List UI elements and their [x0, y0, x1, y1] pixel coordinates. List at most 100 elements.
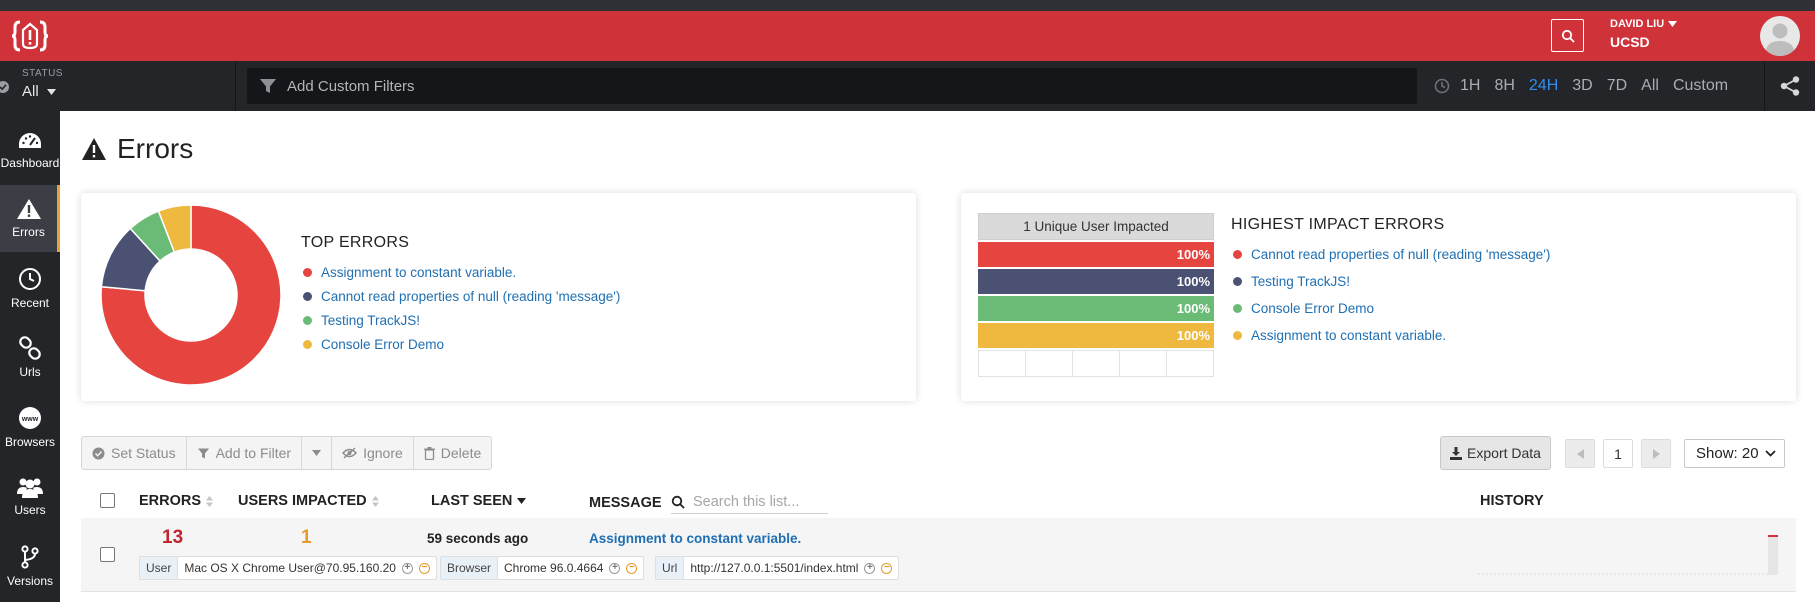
column-users-impacted[interactable]: USERS IMPACTED — [238, 493, 379, 509]
column-last-seen[interactable]: LAST SEEN — [431, 493, 527, 509]
range-all[interactable]: All — [1641, 77, 1659, 95]
impact-error-item[interactable]: Testing TrackJS! — [1233, 274, 1350, 289]
delete-label: Delete — [440, 445, 482, 461]
column-users-label: USERS IMPACTED — [238, 493, 367, 509]
pagination: 1 — [1565, 439, 1671, 468]
impact-table: 1 Unique User Impacted 100% 100% 100% 10… — [978, 213, 1214, 377]
avatar[interactable] — [1760, 16, 1800, 56]
sidebar-item-label: Urls — [19, 365, 41, 379]
caret-down-icon — [46, 88, 56, 95]
range-24h[interactable]: 24H — [1529, 77, 1558, 95]
user-menu[interactable]: DAVID LIU UCSD — [1610, 18, 1678, 50]
add-filter-icon[interactable]: + — [609, 562, 621, 574]
select-all-checkbox[interactable] — [100, 493, 115, 508]
svg-text:www: www — [21, 416, 39, 423]
impact-table-empty-row — [978, 350, 1214, 377]
history-bar — [1768, 536, 1778, 575]
top-error-item[interactable]: Assignment to constant variable. — [303, 265, 516, 280]
page-number[interactable]: 1 — [1603, 439, 1633, 468]
set-status-label: Set Status — [111, 445, 176, 461]
check-circle-icon — [0, 81, 9, 93]
time-range-selector: 1H 8H 24H 3D 7D All Custom — [1434, 61, 1728, 111]
add-to-filter-button[interactable]: Add to Filter — [187, 437, 303, 469]
top-error-item[interactable]: Console Error Demo — [303, 337, 444, 352]
impact-bar: 100% — [978, 242, 1214, 267]
impact-error-item[interactable]: Console Error Demo — [1233, 301, 1374, 316]
impact-table-header: 1 Unique User Impacted — [978, 213, 1214, 240]
range-custom[interactable]: Custom — [1673, 77, 1728, 95]
prev-page-button[interactable] — [1565, 439, 1595, 468]
custom-filter-input[interactable]: Add Custom Filters — [247, 68, 1417, 104]
row-checkbox[interactable] — [100, 547, 115, 562]
browser-tag: Browser Chrome 96.0.4664 + − — [440, 556, 645, 580]
impact-error-label: Cannot read properties of null (reading … — [1251, 247, 1551, 262]
logo-icon — [11, 20, 49, 52]
legend-dot — [1233, 304, 1242, 313]
ignore-button[interactable]: Ignore — [332, 437, 414, 469]
sidebar-item-label: Dashboard — [0, 156, 60, 170]
list-search-placeholder: Search this list... — [693, 494, 800, 510]
sidebar-item-urls[interactable]: Urls — [0, 324, 60, 391]
legend-dot — [303, 292, 312, 301]
custom-filter-placeholder: Add Custom Filters — [287, 77, 415, 95]
next-page-button[interactable] — [1641, 439, 1671, 468]
row-last-seen: 59 seconds ago — [427, 531, 529, 546]
legend-dot — [303, 268, 312, 277]
range-3d[interactable]: 3D — [1572, 77, 1592, 95]
range-1h[interactable]: 1H — [1460, 77, 1480, 95]
sidebar-item-browsers[interactable]: www Browsers — [0, 394, 60, 461]
add-to-filter-dropdown[interactable] — [302, 437, 333, 469]
legend-dot — [303, 316, 312, 325]
download-icon — [1450, 446, 1463, 460]
impact-error-item[interactable]: Cannot read properties of null (reading … — [1233, 247, 1550, 262]
top-strip — [0, 0, 1815, 11]
add-filter-icon[interactable]: + — [401, 562, 413, 574]
impact-error-label: Assignment to constant variable. — [1251, 328, 1447, 343]
row-message-link[interactable]: Assignment to constant variable. — [589, 531, 801, 546]
top-errors-title: TOP ERRORS — [301, 234, 410, 251]
status-filter[interactable]: STATUS All — [0, 61, 236, 111]
export-data-button[interactable]: Export Data — [1440, 436, 1551, 470]
user-tag-key: User — [140, 557, 179, 579]
add-filter-icon[interactable]: + — [864, 562, 876, 574]
top-error-label: Console Error Demo — [321, 337, 445, 352]
page-size-select[interactable]: Show: 20 — [1684, 439, 1785, 468]
search-icon — [671, 495, 685, 509]
column-last-seen-label: LAST SEEN — [431, 493, 513, 509]
sidebar-item-errors[interactable]: Errors — [0, 185, 60, 252]
chevron-left-icon — [1576, 448, 1584, 459]
caret-down-icon — [1668, 21, 1678, 27]
user-tag-value: Mac OS X Chrome User@70.95.160.20 — [184, 561, 396, 575]
range-8h[interactable]: 8H — [1494, 77, 1514, 95]
exclude-filter-icon[interactable]: − — [626, 562, 638, 574]
sidebar-item-users[interactable]: Users — [0, 463, 60, 530]
bulk-action-toolbar: Set Status Add to Filter Ignore Delete — [81, 436, 493, 470]
column-errors[interactable]: ERRORS — [139, 493, 214, 509]
url-tag-value: http://127.0.0.1:5501/index.html — [690, 561, 859, 575]
url-tag-key: Url — [656, 557, 685, 579]
range-7d[interactable]: 7D — [1607, 77, 1627, 95]
page-title-text: Errors — [117, 133, 194, 164]
exclude-filter-icon[interactable]: − — [418, 562, 430, 574]
status-label: STATUS — [22, 68, 63, 79]
top-error-item[interactable]: Testing TrackJS! — [303, 313, 420, 328]
caret-down-icon — [312, 450, 322, 456]
top-error-item[interactable]: Cannot read properties of null (reading … — [303, 289, 620, 304]
legend-dot — [1233, 277, 1242, 286]
sort-icon — [371, 495, 379, 507]
delete-button[interactable]: Delete — [414, 437, 491, 469]
trackjs-logo[interactable] — [0, 11, 60, 61]
impact-error-item[interactable]: Assignment to constant variable. — [1233, 328, 1446, 343]
set-status-button[interactable]: Set Status — [82, 437, 187, 469]
share-button[interactable] — [1764, 61, 1815, 111]
impact-bar: 100% — [978, 269, 1214, 294]
sidebar-item-recent[interactable]: Recent — [0, 255, 60, 322]
row-users-count: 1 — [301, 527, 312, 548]
top-error-label: Assignment to constant variable. — [321, 265, 517, 280]
exclude-filter-icon[interactable]: − — [881, 562, 893, 574]
sidebar-item-versions[interactable]: Versions — [0, 533, 60, 600]
sidebar-item-dashboard[interactable]: Dashboard — [0, 117, 60, 184]
list-search-input[interactable]: Search this list... — [671, 491, 828, 514]
header-search-button[interactable] — [1551, 19, 1584, 52]
ignore-label: Ignore — [363, 445, 403, 461]
